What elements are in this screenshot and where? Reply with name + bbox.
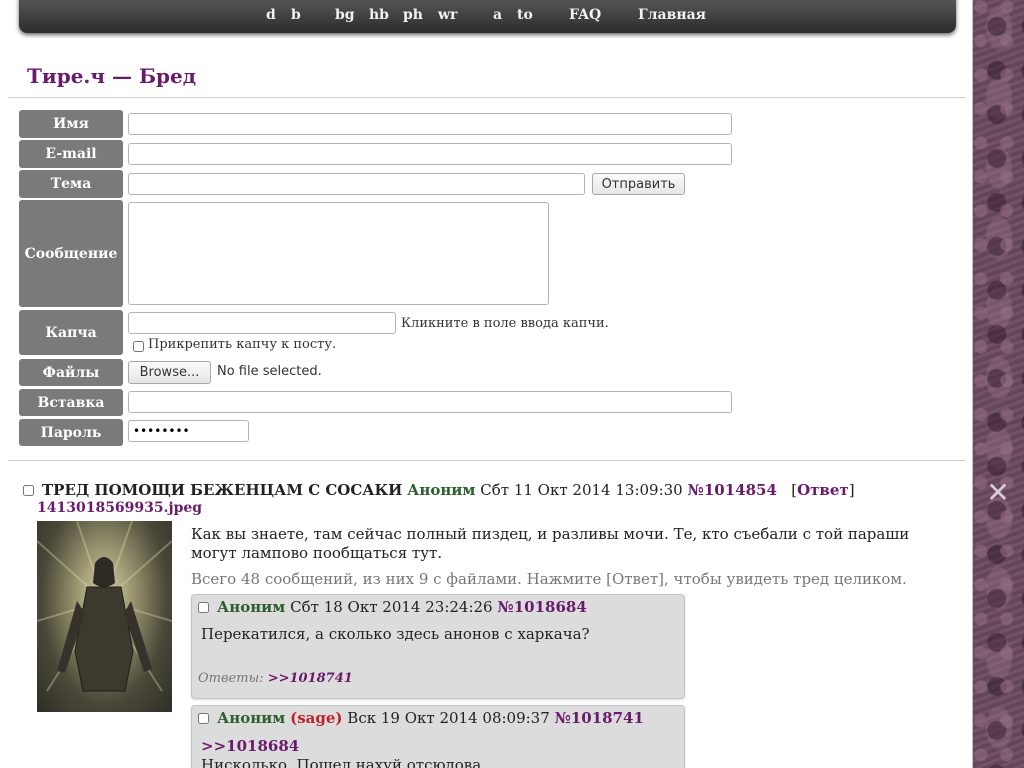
nav-link-to[interactable]: to bbox=[517, 7, 533, 23]
embed-input[interactable] bbox=[128, 391, 732, 413]
reply-text: Перекатился, а сколько здесь анонов с ха… bbox=[201, 625, 590, 643]
poster-name: Аноним bbox=[217, 709, 286, 727]
nav-link-faq[interactable]: FAQ bbox=[569, 7, 601, 23]
reply-checkbox[interactable] bbox=[198, 602, 209, 613]
close-icon[interactable]: ✕ bbox=[985, 479, 1011, 507]
subject-input[interactable] bbox=[128, 173, 585, 195]
post-number-link[interactable]: №1018741 bbox=[555, 709, 644, 727]
poster-name: Аноним bbox=[407, 481, 476, 499]
reply-text: Нисколько. Пошел нахуй отсюдова. bbox=[201, 756, 486, 768]
reply-button[interactable]: Ответ bbox=[797, 481, 849, 499]
divider bbox=[8, 97, 965, 98]
post-date: Сбт 18 Окт 2014 23:24:26 bbox=[290, 598, 493, 616]
captcha-input[interactable] bbox=[128, 312, 396, 334]
browse-button[interactable]: Browse... bbox=[128, 361, 211, 384]
poster-name: Аноним bbox=[217, 598, 286, 616]
nav-link-a[interactable]: a bbox=[493, 7, 502, 23]
message-label: Сообщение bbox=[19, 200, 123, 307]
page: d b bg hb ph wr a to FAQ Главная Тире.ч … bbox=[0, 0, 972, 768]
nav-link-hb[interactable]: hb bbox=[369, 7, 389, 23]
reply-post: Аноним Сбт 18 Окт 2014 23:24:26 №1018684… bbox=[191, 594, 685, 699]
answer-link[interactable]: >>1018741 bbox=[268, 671, 353, 686]
nav-link-d[interactable]: d bbox=[266, 7, 276, 23]
divider bbox=[8, 460, 965, 461]
nav-link-home[interactable]: Главная bbox=[638, 7, 706, 23]
reply-answers: Ответы: >>1018741 bbox=[198, 671, 353, 686]
thread-subject: ТРЕД ПОМОЩИ БЕЖЕНЦАМ С СОСАКИ bbox=[42, 481, 403, 499]
op-text-line-2: могут лампово пообщаться тут. bbox=[191, 544, 443, 562]
subject-label: Тема bbox=[19, 170, 123, 198]
attachment-thumbnail[interactable] bbox=[37, 521, 172, 712]
answers-label: Ответы: bbox=[198, 671, 264, 686]
post-date: Вск 19 Окт 2014 08:09:37 bbox=[347, 709, 550, 727]
figure-image bbox=[37, 521, 172, 692]
nav-link-ph[interactable]: ph bbox=[403, 7, 423, 23]
attachment-filename-link[interactable]: 1413018569935.jpeg bbox=[37, 500, 202, 516]
sage-tag: (sage) bbox=[290, 709, 343, 727]
name-input[interactable] bbox=[128, 113, 732, 135]
email-input[interactable] bbox=[128, 143, 732, 165]
attach-captcha-label: Прикрепить капчу к посту. bbox=[148, 337, 337, 352]
post-number-link[interactable]: №1018684 bbox=[497, 598, 586, 616]
captcha-label: Капча bbox=[19, 310, 123, 355]
top-navbar: d b bg hb ph wr a to FAQ Главная bbox=[19, 0, 956, 33]
no-file-label: No file selected. bbox=[217, 364, 322, 379]
op-text-line-1: Как вы знаете, там сейчас полный пиздец,… bbox=[191, 525, 910, 543]
email-label: E-mail bbox=[19, 140, 123, 168]
password-label: Пароль bbox=[19, 419, 123, 446]
files-label: Файлы bbox=[19, 359, 123, 386]
attach-captcha-checkbox[interactable] bbox=[133, 341, 144, 352]
nav-link-wr[interactable]: wr bbox=[438, 7, 457, 23]
message-textarea[interactable] bbox=[128, 202, 549, 305]
nav-link-b[interactable]: b bbox=[291, 7, 301, 23]
side-pattern bbox=[972, 0, 1024, 768]
captcha-hint: Кликните в поле ввода капчи. bbox=[401, 316, 609, 331]
post-number-link[interactable]: №1014854 bbox=[688, 481, 777, 499]
embed-label: Вставка bbox=[19, 389, 123, 416]
board-title: Тире.ч — Бред bbox=[27, 64, 197, 88]
reply-checkbox[interactable] bbox=[198, 713, 209, 724]
nav-link-bg[interactable]: bg bbox=[335, 7, 355, 23]
reply-post: Аноним (sage) Вск 19 Окт 2014 08:09:37 №… bbox=[191, 705, 685, 768]
omitted-posts-note: Всего 48 сообщений, из них 9 с файлами. … bbox=[191, 570, 907, 588]
name-label: Имя bbox=[19, 110, 123, 138]
quote-link[interactable]: >>1018684 bbox=[201, 737, 299, 755]
op-header: ТРЕД ПОМОЩИ БЕЖЕНЦАМ С СОСАКИ Аноним Сбт… bbox=[42, 481, 855, 499]
reply-header: Аноним Сбт 18 Окт 2014 23:24:26 №1018684 bbox=[217, 598, 587, 616]
post-date: Сбт 11 Окт 2014 13:09:30 bbox=[480, 481, 683, 499]
reply-header: Аноним (sage) Вск 19 Окт 2014 08:09:37 №… bbox=[217, 709, 644, 727]
password-input[interactable] bbox=[128, 420, 249, 442]
op-checkbox[interactable] bbox=[23, 485, 34, 496]
submit-button[interactable]: Отправить bbox=[592, 173, 685, 195]
reply-bracket-close: ] bbox=[848, 481, 855, 499]
